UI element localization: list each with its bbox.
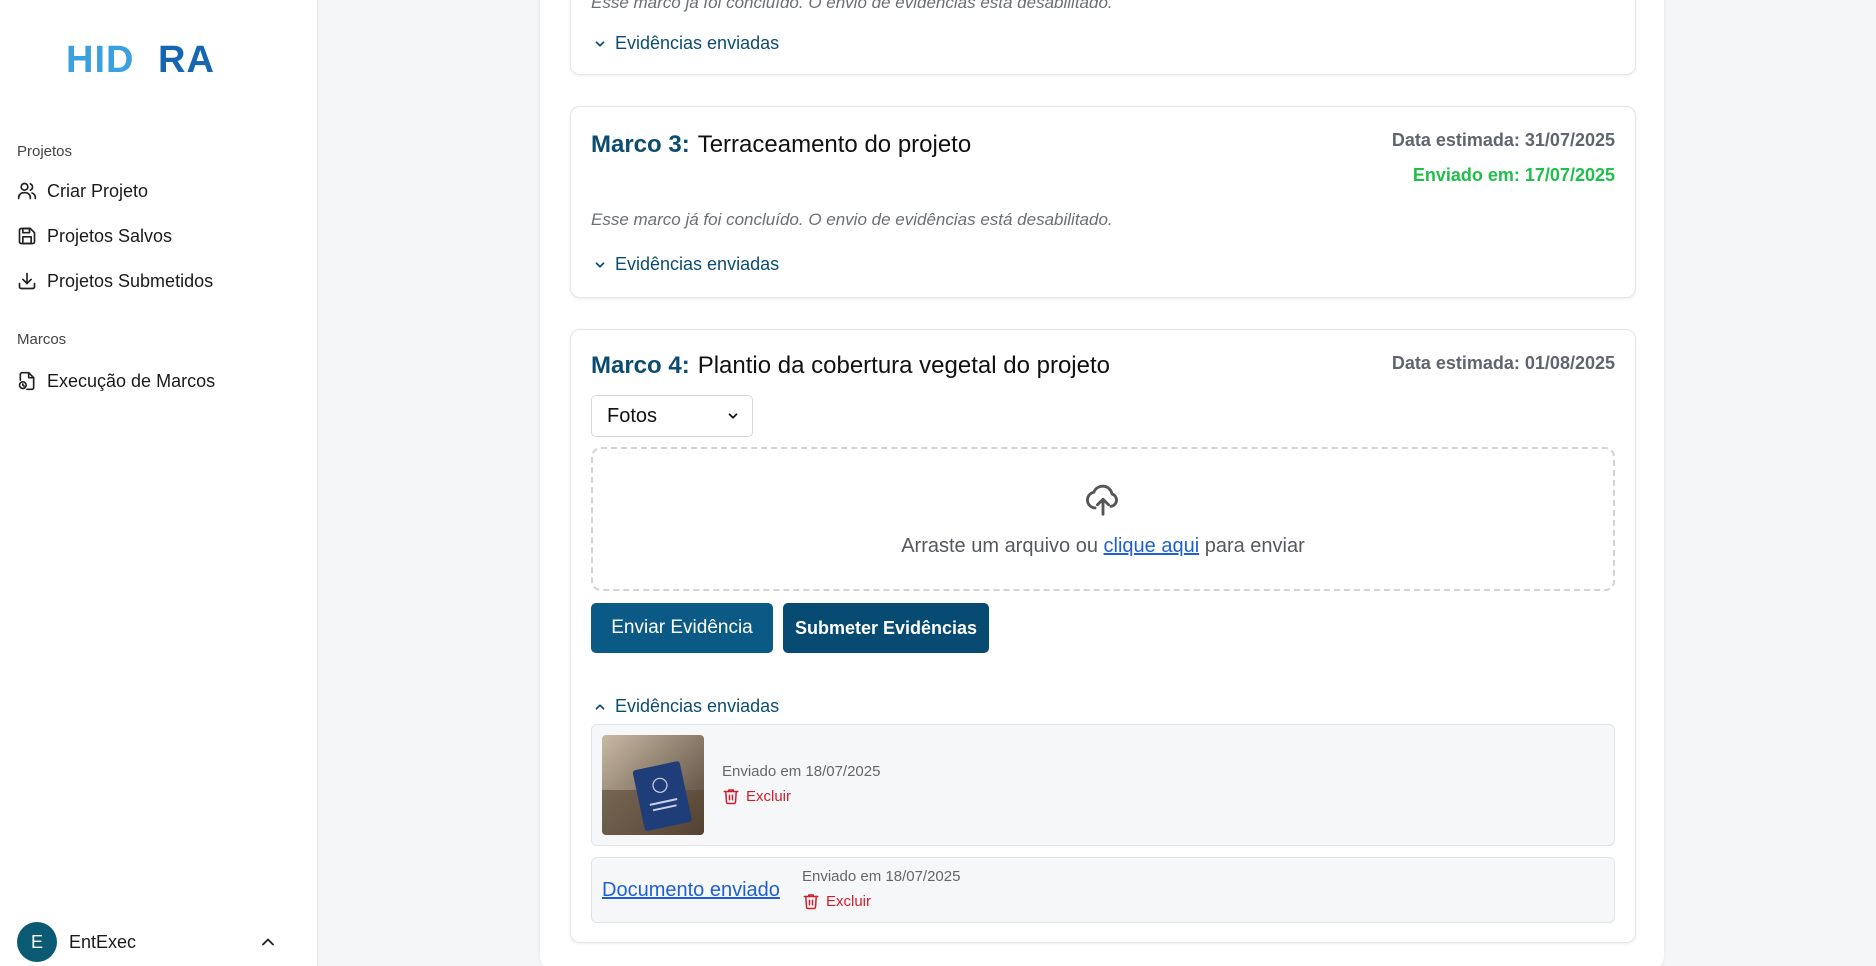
sidebar: HID RA Projetos Criar Projeto Projetos S… xyxy=(0,0,318,966)
evidence-toggle-label: Evidências enviadas xyxy=(615,696,780,716)
delete-label: Excluir xyxy=(826,892,872,910)
chevron-down-icon xyxy=(595,40,605,47)
chevron-down-icon xyxy=(595,261,605,268)
chevron-up-icon[interactable] xyxy=(258,932,278,952)
download-icon xyxy=(18,272,36,290)
date-estimated: Data estimada: 31/07/2025 xyxy=(1391,130,1615,150)
document-link[interactable]: Documento enviado xyxy=(602,879,780,902)
date-estimated: Data estimada: 01/08/2025 xyxy=(1391,353,1615,373)
delete-button[interactable]: Excluir xyxy=(722,787,791,805)
nav-item-execucao-marcos[interactable]: Execução de Marcos xyxy=(17,366,215,396)
user-profile[interactable]: E EntExec xyxy=(17,922,136,962)
select-value: Fotos xyxy=(607,404,658,427)
trash-icon xyxy=(803,894,819,910)
section-label-projetos: Projetos xyxy=(17,143,73,160)
save-icon xyxy=(18,227,36,245)
file-dropzone[interactable]: Arraste um arquivo ou clique aqui para e… xyxy=(591,447,1615,591)
nav-item-projetos-submetidos[interactable]: Projetos Submetidos xyxy=(17,266,213,296)
nav-item-projetos-salvos[interactable]: Projetos Salvos xyxy=(17,221,172,251)
cloud-upload-icon xyxy=(1086,484,1118,516)
delete-button[interactable]: Excluir xyxy=(802,892,871,910)
marco-number: Marco 4: xyxy=(591,352,690,379)
svg-text:RA: RA xyxy=(158,40,215,80)
avatar: E xyxy=(17,922,57,962)
evidence-photo-thumbnail[interactable] xyxy=(602,735,704,835)
marco-number: Marco 3: xyxy=(591,131,690,158)
marco-card-2: Esse marco já foi concluído. O envio de … xyxy=(570,0,1636,75)
marco-title: Marco 3: Terraceamento do projeto xyxy=(591,131,971,159)
marco-name: Plantio da cobertura vegetal do projeto xyxy=(697,352,1110,379)
send-evidence-button[interactable]: Enviar Evidência xyxy=(591,603,773,653)
user-icon xyxy=(17,182,37,200)
nav-label: Projetos Salvos xyxy=(47,225,173,246)
evidence-toggle-label: Evidências enviadas xyxy=(615,33,780,53)
date-sent: Enviado em: 17/07/2025 xyxy=(1412,165,1615,185)
dropzone-text: Arraste um arquivo ou clique aqui para e… xyxy=(593,535,1613,558)
disabled-note: Esse marco já foi concluído. O envio de … xyxy=(591,0,1113,12)
evidence-toggle-label: Evidências enviadas xyxy=(615,254,780,274)
nav-label: Execução de Marcos xyxy=(47,370,216,391)
submit-evidences-button[interactable]: Submeter Evidências xyxy=(783,603,989,653)
evidence-type-select[interactable]: Fotos xyxy=(591,395,753,437)
delete-label: Excluir xyxy=(746,787,792,805)
chevron-up-icon xyxy=(595,703,605,710)
sent-at: Enviado em 18/07/2025 xyxy=(802,868,961,885)
sent-at: Enviado em 18/07/2025 xyxy=(722,763,881,780)
nav-label: Criar Projeto xyxy=(47,180,149,201)
disabled-note: Esse marco já foi concluído. O envio de … xyxy=(591,210,1113,229)
dropzone-suffix: para enviar xyxy=(1199,535,1305,557)
dropzone-prefix: Arraste um arquivo ou xyxy=(901,535,1104,557)
user-name: EntExec xyxy=(69,931,137,952)
nav-label: Projetos Submetidos xyxy=(47,270,214,291)
hidra-logo[interactable]: HID RA xyxy=(66,40,252,80)
svg-text:HID: HID xyxy=(66,40,134,80)
trash-icon xyxy=(723,789,739,805)
marco-card-3: Marco 3: Terraceamento do projeto Data es… xyxy=(570,106,1636,298)
evidence-item: Documento enviado Enviado em 18/07/2025 … xyxy=(591,857,1615,923)
evidence-item: Enviado em 18/07/2025 Excluir xyxy=(591,724,1615,846)
evidence-toggle[interactable]: Evidências enviadas xyxy=(593,33,779,54)
marco-name: Terraceamento do projeto xyxy=(697,131,972,158)
marco-title: Marco 4: Plantio da cobertura vegetal do … xyxy=(591,352,1110,380)
chevron-down-icon xyxy=(728,413,738,419)
file-exec-icon xyxy=(18,371,35,391)
section-label-marcos: Marcos xyxy=(17,331,67,348)
evidence-toggle[interactable]: Evidências enviadas xyxy=(593,696,779,717)
evidence-toggle[interactable]: Evidências enviadas xyxy=(593,254,779,275)
nav-item-criar-projeto[interactable]: Criar Projeto xyxy=(17,176,148,206)
marco-card-4: Marco 4: Plantio da cobertura vegetal do … xyxy=(570,329,1636,943)
click-here-link[interactable]: clique aqui xyxy=(1104,535,1200,557)
